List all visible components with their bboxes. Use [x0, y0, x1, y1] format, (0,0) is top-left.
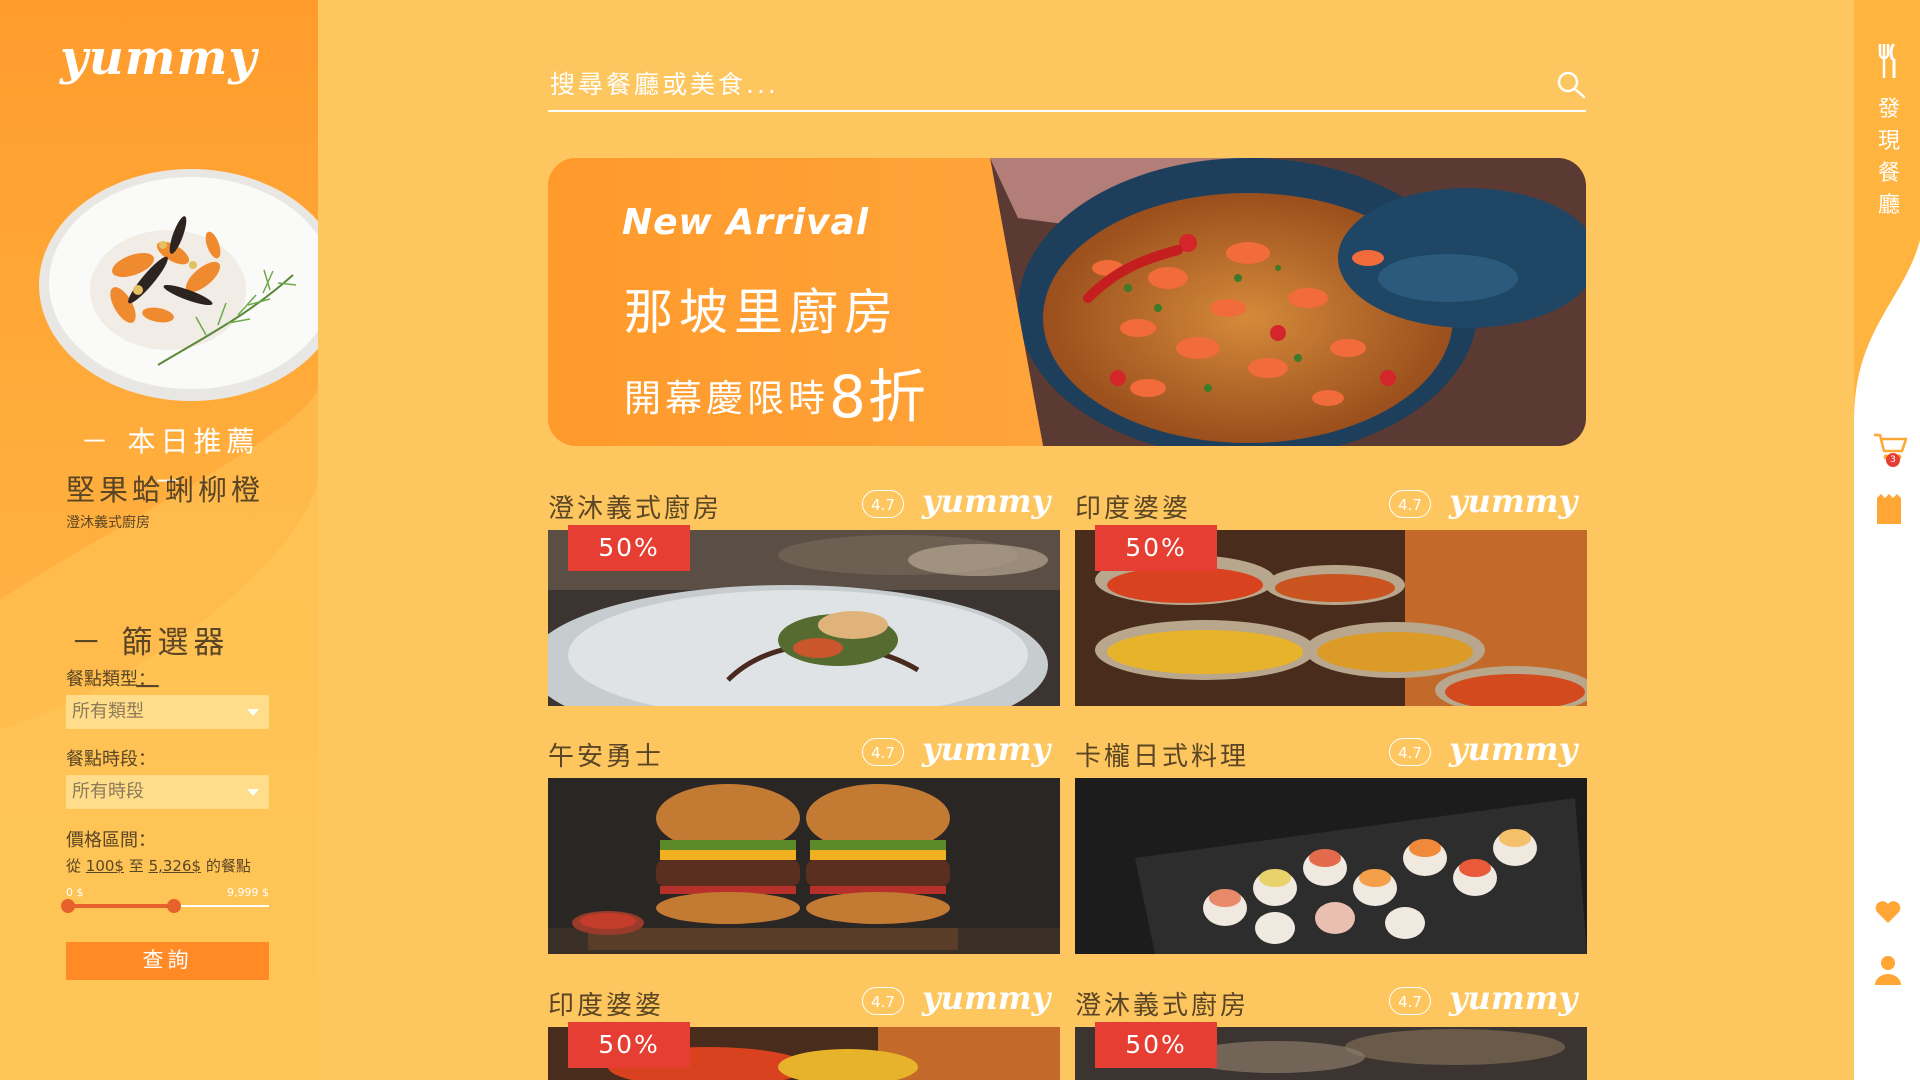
- restaurant-name[interactable]: 午安勇士: [548, 736, 664, 773]
- meal-type-label: 餐點類型：: [66, 669, 156, 690]
- sidebar-wave-decoration: [0, 380, 318, 1080]
- restaurant-photo[interactable]: [548, 778, 1060, 954]
- meal-type-select[interactable]: 所有類型: [66, 695, 269, 729]
- discount-badge: 50%: [1095, 1022, 1217, 1068]
- restaurant-card[interactable]: 印度婆婆 4.7 yummy 50%: [548, 979, 1060, 1080]
- card-brand-logo: yummy: [922, 979, 1051, 1017]
- range-max-label: 9,999 $: [227, 886, 269, 899]
- search-bar: [548, 60, 1586, 112]
- card-brand-logo: yummy: [922, 482, 1051, 520]
- price-to-word: 至: [128, 857, 144, 875]
- dropdown-arrow-icon: [247, 709, 259, 716]
- card-header: 印度婆婆 4.7 yummy: [548, 979, 1060, 1025]
- today-dish-name[interactable]: 堅果蛤蜊柳橙: [66, 467, 264, 509]
- discover-restaurants-link[interactable]: 發現餐廳: [1877, 94, 1901, 222]
- range-min-label: 0 $: [66, 886, 84, 899]
- rating-badge: 4.7: [862, 490, 904, 518]
- meal-time-select[interactable]: 所有時段: [66, 775, 269, 809]
- price-max-value: 5,326$: [148, 857, 202, 875]
- banner-subtitle: 開幕慶限時8折: [624, 350, 928, 434]
- card-header: 澄沐義式廚房 4.7 yummy: [1075, 979, 1587, 1025]
- banner-discount: 8折: [829, 363, 928, 431]
- restaurant-card[interactable]: 卡櫳日式料理 4.7 yummy: [1075, 730, 1587, 954]
- restaurant-card[interactable]: 澄沐義式廚房 4.7 yummy 50%: [1075, 979, 1587, 1080]
- banner-title: 那坡里廚房: [624, 284, 900, 341]
- restaurant-name[interactable]: 印度婆婆: [1075, 488, 1191, 525]
- brand-logo[interactable]: yummy: [60, 30, 257, 86]
- discount-badge: 50%: [1095, 525, 1217, 571]
- restaurant-name[interactable]: 卡櫳日式料理: [1075, 736, 1249, 773]
- dropdown-arrow-icon: [247, 789, 259, 796]
- menu-card-icon[interactable]: [1877, 494, 1901, 524]
- query-button[interactable]: 查詢: [66, 942, 269, 980]
- price-range-text: 從 100$ 至 5,326$ 的餐點: [66, 855, 251, 876]
- price-min-value: 100$: [85, 857, 124, 875]
- discount-badge: 50%: [568, 1022, 690, 1068]
- card-brand-logo: yummy: [1449, 730, 1578, 768]
- card-brand-logo: yummy: [1449, 979, 1578, 1017]
- restaurant-card[interactable]: 午安勇士 4.7 yummy: [548, 730, 1060, 954]
- restaurant-name[interactable]: 澄沐義式廚房: [1075, 985, 1249, 1022]
- today-restaurant-name[interactable]: 澄沐義式廚房: [66, 512, 150, 532]
- restaurant-name[interactable]: 澄沐義式廚房: [548, 488, 722, 525]
- heart-icon[interactable]: [1875, 901, 1901, 923]
- price-range-label: 價格區間：: [66, 830, 156, 851]
- restaurant-name[interactable]: 印度婆婆: [548, 985, 664, 1022]
- user-icon[interactable]: [1875, 955, 1901, 985]
- banner-tag: New Arrival: [622, 202, 870, 243]
- price-suffix: 的餐點: [205, 857, 251, 875]
- price-range-min-handle[interactable]: [61, 899, 76, 913]
- rating-badge: 4.7: [862, 987, 904, 1015]
- utensils-icon[interactable]: [1878, 44, 1900, 78]
- sidebar: yummy － 本日推薦 － 堅果蛤蜊柳橙 澄沐義式廚房 － 篩選器 － 餐點類…: [0, 0, 318, 1080]
- promo-banner[interactable]: New Arrival 那坡里廚房 開幕慶限時8折: [548, 158, 1586, 446]
- meal-time-value: 所有時段: [72, 781, 144, 802]
- cart-count-badge: 3: [1886, 453, 1900, 467]
- discount-badge: 50%: [568, 525, 690, 571]
- card-brand-logo: yummy: [1449, 482, 1578, 520]
- restaurant-photo[interactable]: [1075, 778, 1587, 954]
- rating-badge: 4.7: [1389, 490, 1431, 518]
- restaurant-card[interactable]: 澄沐義式廚房 4.7 yummy 50%: [548, 482, 1060, 706]
- restaurant-card[interactable]: 印度婆婆 4.7 yummy 50%: [1075, 482, 1587, 706]
- featured-dish-image: [39, 169, 318, 401]
- filter-title: － 篩選器 －: [70, 625, 230, 706]
- rating-badge: 4.7: [1389, 738, 1431, 766]
- card-header: 印度婆婆 4.7 yummy: [1075, 482, 1587, 528]
- card-header: 澄沐義式廚房 4.7 yummy: [548, 482, 1060, 528]
- search-input[interactable]: [548, 60, 1502, 108]
- rating-badge: 4.7: [862, 738, 904, 766]
- price-from-prefix: 從: [66, 857, 82, 875]
- price-range-fill: [68, 904, 175, 908]
- search-icon[interactable]: [1556, 70, 1586, 100]
- meal-type-value: 所有類型: [72, 701, 144, 722]
- rating-badge: 4.7: [1389, 987, 1431, 1015]
- meal-time-label: 餐點時段：: [66, 749, 156, 770]
- banner-subtitle-text: 開幕慶限時: [624, 377, 829, 420]
- card-header: 卡櫳日式料理 4.7 yummy: [1075, 730, 1587, 776]
- card-brand-logo: yummy: [922, 730, 1051, 768]
- card-header: 午安勇士 4.7 yummy: [548, 730, 1060, 776]
